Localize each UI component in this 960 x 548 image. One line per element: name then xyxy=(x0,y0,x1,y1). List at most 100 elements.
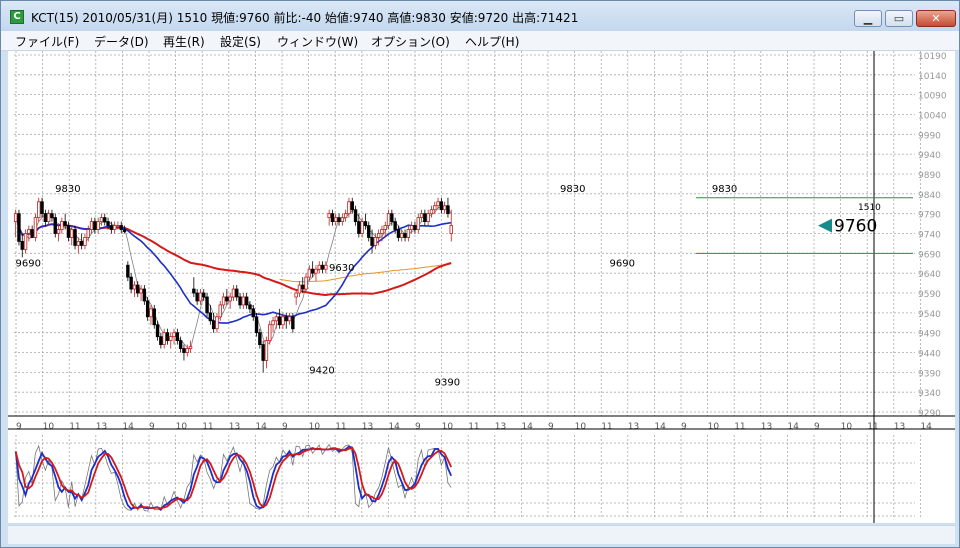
chart-area[interactable]: 9 10 11 13 14 9 10 11 13 14 9 10 11 13 14 9 10 11 13 14 9 10 1… xyxy=(8,51,955,523)
candle-up xyxy=(294,292,298,298)
y-tick-label: 9540 xyxy=(918,310,941,320)
x-tick-label: 11 xyxy=(601,422,612,432)
candle-up xyxy=(218,304,222,318)
candle-up xyxy=(400,233,404,238)
x-tick-label: 10 xyxy=(442,422,454,432)
candle-up xyxy=(426,213,430,222)
x-tick-label: 13 xyxy=(628,422,639,432)
menu-help[interactable]: ヘルプ(H) xyxy=(465,33,519,50)
candle-up xyxy=(324,264,328,270)
candle-down xyxy=(393,221,397,230)
candle-up xyxy=(343,213,348,219)
x-tick-label: 10 xyxy=(309,422,321,432)
candle-up xyxy=(376,233,381,238)
title-bar[interactable]: C KCT(15) 2010/05/31(月) 1510 現値:9760 前比:… xyxy=(1,1,959,31)
candle-up xyxy=(228,296,232,302)
x-tick-label: 14 xyxy=(388,422,400,432)
candle-down xyxy=(446,205,450,215)
candle-down xyxy=(106,221,110,226)
candle-up xyxy=(86,229,90,238)
candle-down xyxy=(413,225,417,230)
candle-down xyxy=(119,225,123,230)
oscillator-k xyxy=(14,445,453,511)
candle-down xyxy=(195,292,199,302)
menu-window[interactable]: ウィンドウ(W) xyxy=(277,33,358,50)
candle-down xyxy=(20,241,24,250)
candle-down xyxy=(73,229,77,246)
candle-up xyxy=(287,316,292,322)
price-chart[interactable]: 9 10 11 13 14 9 10 11 13 14 9 10 11 13 14 9 10 11 13 14 9 10 1… xyxy=(8,51,955,523)
y-tick-label: 9290 xyxy=(918,409,941,419)
candle-up xyxy=(317,264,321,270)
candle-down xyxy=(277,316,282,326)
current-time-label: 1510 xyxy=(858,203,881,213)
candle-up xyxy=(188,346,193,349)
candle-down xyxy=(17,213,21,242)
candle-up xyxy=(70,229,74,238)
menu-options[interactable]: オプション(O) xyxy=(371,33,450,50)
minimize-button[interactable]: ▁ xyxy=(854,10,882,27)
candle-down xyxy=(40,201,44,215)
candle-up xyxy=(271,320,275,326)
candle-down xyxy=(205,296,209,314)
x-tick-label: 14 xyxy=(920,422,932,432)
candle-up xyxy=(46,213,51,222)
window-title: KCT(15) 2010/05/31(月) 1510 現値:9760 前比:-4… xyxy=(31,11,579,25)
candle-down xyxy=(248,304,252,310)
y-tick-label: 9690 xyxy=(918,250,941,260)
menu-file[interactable]: ファイル(F) xyxy=(15,33,79,50)
candle-up xyxy=(429,209,434,215)
candle-up xyxy=(386,213,391,226)
candle-down xyxy=(254,316,259,334)
candle-up xyxy=(83,237,87,246)
price-annotation: 9390 xyxy=(435,377,460,388)
x-tick-label: 13 xyxy=(96,422,107,432)
menu-bar: ファイル(F) データ(D) 再生(R) 設定(S) ウィンドウ(W) オプショ… xyxy=(1,31,959,51)
menu-settings[interactable]: 設定(S) xyxy=(220,33,261,50)
candle-down xyxy=(93,221,97,230)
candle-down xyxy=(152,308,156,326)
y-tick-label: 9490 xyxy=(918,330,941,340)
candle-down xyxy=(63,221,67,226)
x-tick-label: 13 xyxy=(894,422,905,432)
candle-down xyxy=(357,221,361,234)
maximize-icon: ▭ xyxy=(893,12,905,25)
x-tick-label: 11 xyxy=(335,422,346,432)
app-icon[interactable]: C xyxy=(10,10,24,24)
candle-down xyxy=(390,213,394,222)
price-annotation: 9830 xyxy=(712,184,737,195)
candle-up xyxy=(60,221,64,230)
maximize-button[interactable]: ▭ xyxy=(885,10,913,27)
x-tick-label: 13 xyxy=(362,422,373,432)
menu-playback[interactable]: 再生(R) xyxy=(163,33,205,50)
candle-up xyxy=(185,348,189,353)
candle-up xyxy=(169,336,173,342)
x-tick-label: 9 xyxy=(548,422,554,432)
x-tick-label: 14 xyxy=(521,422,533,432)
candle-down xyxy=(192,288,196,294)
candle-down xyxy=(258,332,262,345)
x-tick-label: 13 xyxy=(761,422,772,432)
menu-data[interactable]: データ(D) xyxy=(94,33,149,50)
close-button[interactable]: ✕ xyxy=(916,10,956,27)
candle-up xyxy=(433,205,437,211)
y-tick-label: 9590 xyxy=(918,290,941,300)
candle-up xyxy=(139,288,143,294)
y-tick-label: 10040 xyxy=(918,111,947,121)
candle-down xyxy=(145,300,150,318)
candle-down xyxy=(330,213,335,222)
candle-down xyxy=(320,264,325,270)
x-tick-label: 13 xyxy=(495,422,506,432)
candle-up xyxy=(37,201,41,219)
candle-up xyxy=(314,268,318,274)
candle-up xyxy=(274,316,279,322)
candle-up xyxy=(56,229,61,234)
price-annotation: 9420 xyxy=(309,365,334,376)
candle-down xyxy=(370,237,374,246)
x-tick-label: 14 xyxy=(255,422,267,432)
candle-up xyxy=(373,237,378,246)
y-tick-label: 9940 xyxy=(918,151,941,161)
candle-down xyxy=(337,217,341,222)
x-tick-label: 9 xyxy=(149,422,155,432)
x-tick-label: 11 xyxy=(734,422,745,432)
